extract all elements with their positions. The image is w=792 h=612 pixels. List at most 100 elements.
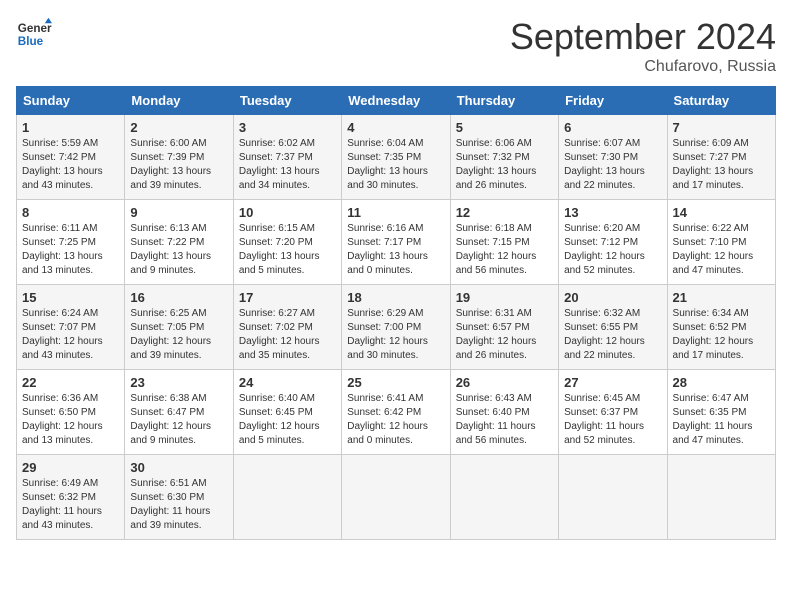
logo-icon: General Blue — [16, 16, 52, 52]
calendar-week-row: 15Sunrise: 6:24 AM Sunset: 7:07 PM Dayli… — [17, 285, 776, 370]
day-number: 16 — [130, 290, 227, 305]
calendar-day-cell: 20Sunrise: 6:32 AM Sunset: 6:55 PM Dayli… — [559, 285, 667, 370]
weekday-header: Friday — [559, 87, 667, 115]
day-number: 13 — [564, 205, 661, 220]
day-info: Sunrise: 6:06 AM Sunset: 7:32 PM Dayligh… — [456, 137, 553, 193]
day-info: Sunrise: 6:20 AM Sunset: 7:12 PM Dayligh… — [564, 222, 661, 278]
day-number: 4 — [347, 120, 444, 135]
day-info: Sunrise: 6:41 AM Sunset: 6:42 PM Dayligh… — [347, 392, 444, 448]
logo: General Blue — [16, 16, 52, 52]
day-info: Sunrise: 6:38 AM Sunset: 6:47 PM Dayligh… — [130, 392, 227, 448]
calendar-day-cell — [667, 455, 775, 540]
calendar-day-cell: 16 Sunrise: 6:25 AM Sunset: 7:05 PM Dayli… — [125, 285, 233, 370]
title-block: September 2024 Chufarovo, Russia — [510, 16, 776, 76]
calendar-week-row: 22 Sunrise: 6:36 AM Sunset: 6:50 PM Dayli… — [17, 370, 776, 455]
calendar-day-cell: 11Sunrise: 6:16 AM Sunset: 7:17 PM Dayli… — [342, 200, 450, 285]
calendar-day-cell — [559, 455, 667, 540]
month-title: September 2024 — [510, 16, 776, 58]
day-info: Sunrise: 6:31 AM Sunset: 6:57 PM Dayligh… — [456, 307, 553, 363]
day-info: Sunrise: 6:51 AM Sunset: 6:30 PM Dayligh… — [130, 477, 227, 533]
day-number: 10 — [239, 205, 336, 220]
calendar-day-cell: 6 Sunrise: 6:07 AM Sunset: 7:30 PM Daylig… — [559, 115, 667, 200]
day-number: 18 — [347, 290, 444, 305]
day-number: 28 — [673, 375, 770, 390]
weekday-header: Thursday — [450, 87, 558, 115]
day-info: Sunrise: 6:02 AM Sunset: 7:37 PM Dayligh… — [239, 137, 336, 193]
day-info: Sunrise: 6:27 AM Sunset: 7:02 PM Dayligh… — [239, 307, 336, 363]
calendar-week-row: 8Sunrise: 6:11 AM Sunset: 7:25 PM Daylig… — [17, 200, 776, 285]
day-info: Sunrise: 6:47 AM Sunset: 6:35 PM Dayligh… — [673, 392, 770, 448]
calendar-day-cell: 23 Sunrise: 6:38 AM Sunset: 6:47 PM Dayli… — [125, 370, 233, 455]
calendar-day-cell — [342, 455, 450, 540]
calendar-day-cell: 3 Sunrise: 6:02 AM Sunset: 7:37 PM Daylig… — [233, 115, 341, 200]
day-info: Sunrise: 6:13 AM Sunset: 7:22 PM Dayligh… — [130, 222, 227, 278]
weekday-header: Wednesday — [342, 87, 450, 115]
calendar-day-cell: 12 Sunrise: 6:18 AM Sunset: 7:15 PM Dayli… — [450, 200, 558, 285]
day-info: Sunrise: 6:25 AM Sunset: 7:05 PM Dayligh… — [130, 307, 227, 363]
day-info: Sunrise: 6:29 AM Sunset: 7:00 PM Dayligh… — [347, 307, 444, 363]
day-number: 21 — [673, 290, 770, 305]
calendar-day-cell: 26 Sunrise: 6:43 AM Sunset: 6:40 PM Dayli… — [450, 370, 558, 455]
svg-text:General: General — [18, 22, 52, 35]
calendar-day-cell: 29Sunrise: 6:49 AM Sunset: 6:32 PM Dayli… — [17, 455, 125, 540]
calendar-day-cell: 25 Sunrise: 6:41 AM Sunset: 6:42 PM Dayli… — [342, 370, 450, 455]
day-info: Sunrise: 6:00 AM Sunset: 7:39 PM Dayligh… — [130, 137, 227, 193]
day-number: 15 — [22, 290, 119, 305]
day-info: Sunrise: 6:18 AM Sunset: 7:15 PM Dayligh… — [456, 222, 553, 278]
day-info: Sunrise: 6:09 AM Sunset: 7:27 PM Dayligh… — [673, 137, 770, 193]
weekday-header: Tuesday — [233, 87, 341, 115]
calendar-day-cell: 4 Sunrise: 6:04 AM Sunset: 7:35 PM Daylig… — [342, 115, 450, 200]
day-number: 22 — [22, 375, 119, 390]
calendar-day-cell — [450, 455, 558, 540]
day-info: Sunrise: 6:04 AM Sunset: 7:35 PM Dayligh… — [347, 137, 444, 193]
day-info: Sunrise: 6:11 AM Sunset: 7:25 PM Dayligh… — [22, 222, 119, 278]
calendar-day-cell: 19 Sunrise: 6:31 AM Sunset: 6:57 PM Dayli… — [450, 285, 558, 370]
calendar-day-cell: 10Sunrise: 6:15 AM Sunset: 7:20 PM Dayli… — [233, 200, 341, 285]
day-info: Sunrise: 6:07 AM Sunset: 7:30 PM Dayligh… — [564, 137, 661, 193]
calendar-day-cell: 27 Sunrise: 6:45 AM Sunset: 6:37 PM Dayli… — [559, 370, 667, 455]
calendar-day-cell: 2 Sunrise: 6:00 AM Sunset: 7:39 PM Daylig… — [125, 115, 233, 200]
day-number: 26 — [456, 375, 553, 390]
calendar-day-cell: 13 Sunrise: 6:20 AM Sunset: 7:12 PM Dayli… — [559, 200, 667, 285]
day-number: 19 — [456, 290, 553, 305]
day-number: 6 — [564, 120, 661, 135]
day-number: 17 — [239, 290, 336, 305]
day-info: Sunrise: 6:40 AM Sunset: 6:45 PM Dayligh… — [239, 392, 336, 448]
day-number: 23 — [130, 375, 227, 390]
calendar-day-cell: 1Sunrise: 5:59 AM Sunset: 7:42 PM Daylig… — [17, 115, 125, 200]
calendar-day-cell: 14Sunrise: 6:22 AM Sunset: 7:10 PM Dayli… — [667, 200, 775, 285]
day-number: 30 — [130, 460, 227, 475]
day-number: 12 — [456, 205, 553, 220]
day-number: 29 — [22, 460, 119, 475]
svg-text:Blue: Blue — [18, 35, 44, 48]
day-info: Sunrise: 6:45 AM Sunset: 6:37 PM Dayligh… — [564, 392, 661, 448]
calendar-day-cell — [233, 455, 341, 540]
calendar-day-cell: 9 Sunrise: 6:13 AM Sunset: 7:22 PM Daylig… — [125, 200, 233, 285]
calendar-day-cell: 18 Sunrise: 6:29 AM Sunset: 7:00 PM Dayli… — [342, 285, 450, 370]
calendar-day-cell: 17 Sunrise: 6:27 AM Sunset: 7:02 PM Dayli… — [233, 285, 341, 370]
calendar-week-row: 29Sunrise: 6:49 AM Sunset: 6:32 PM Dayli… — [17, 455, 776, 540]
calendar-day-cell: 5Sunrise: 6:06 AM Sunset: 7:32 PM Daylig… — [450, 115, 558, 200]
page-header: General Blue September 2024 Chufarovo, R… — [16, 16, 776, 76]
calendar-week-row: 1Sunrise: 5:59 AM Sunset: 7:42 PM Daylig… — [17, 115, 776, 200]
weekday-header: Saturday — [667, 87, 775, 115]
day-number: 2 — [130, 120, 227, 135]
day-number: 9 — [130, 205, 227, 220]
day-info: Sunrise: 6:22 AM Sunset: 7:10 PM Dayligh… — [673, 222, 770, 278]
day-number: 24 — [239, 375, 336, 390]
calendar-day-cell: 21 Sunrise: 6:34 AM Sunset: 6:52 PM Dayli… — [667, 285, 775, 370]
day-number: 27 — [564, 375, 661, 390]
weekday-header: Monday — [125, 87, 233, 115]
weekday-header: Sunday — [17, 87, 125, 115]
day-number: 3 — [239, 120, 336, 135]
calendar-day-cell: 24 Sunrise: 6:40 AM Sunset: 6:45 PM Dayli… — [233, 370, 341, 455]
day-number: 1 — [22, 120, 119, 135]
day-number: 25 — [347, 375, 444, 390]
calendar-day-cell: 28 Sunrise: 6:47 AM Sunset: 6:35 PM Dayli… — [667, 370, 775, 455]
calendar-table: SundayMondayTuesdayWednesdayThursdayFrid… — [16, 86, 776, 540]
calendar-header-row: SundayMondayTuesdayWednesdayThursdayFrid… — [17, 87, 776, 115]
day-number: 11 — [347, 205, 444, 220]
day-info: Sunrise: 6:43 AM Sunset: 6:40 PM Dayligh… — [456, 392, 553, 448]
day-info: Sunrise: 6:34 AM Sunset: 6:52 PM Dayligh… — [673, 307, 770, 363]
day-info: Sunrise: 6:36 AM Sunset: 6:50 PM Dayligh… — [22, 392, 119, 448]
